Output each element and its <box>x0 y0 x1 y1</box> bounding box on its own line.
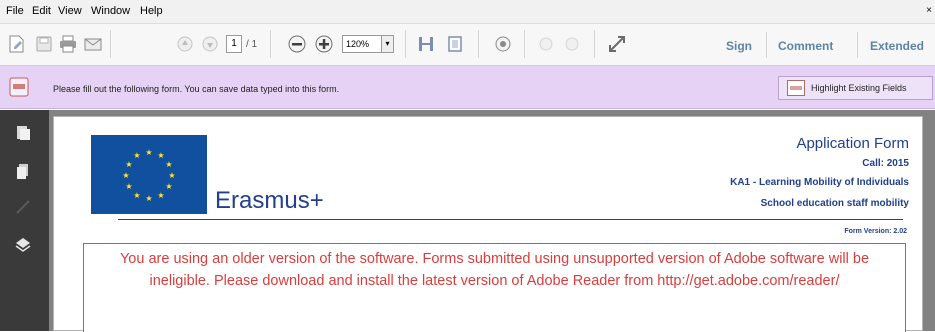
signatures-icon <box>14 198 32 216</box>
toolbar-separator <box>857 32 858 58</box>
svg-text:★: ★ <box>157 191 164 200</box>
toolbar-separator <box>594 30 595 58</box>
create-pdf-icon[interactable] <box>4 32 28 56</box>
menu-edit[interactable]: Edit <box>32 5 51 17</box>
zoom-level-input[interactable]: 120% <box>342 35 382 53</box>
svg-text:★: ★ <box>165 160 172 169</box>
toolbar: 1 / 1 120% ▾ Sign Comment Extended <box>0 24 935 66</box>
svg-text:★: ★ <box>133 151 140 160</box>
fit-page-icon[interactable] <box>443 32 467 56</box>
pages-icon[interactable] <box>14 124 32 142</box>
highlight-icon <box>787 80 805 96</box>
email-icon[interactable] <box>81 32 105 56</box>
print-icon[interactable] <box>56 32 80 56</box>
warning-text: You are using an older version of the so… <box>119 251 870 289</box>
zoom-in-icon[interactable] <box>312 32 336 56</box>
save-icon[interactable] <box>32 32 56 56</box>
attachments-icon[interactable] <box>14 162 32 180</box>
fit-width-icon[interactable] <box>414 32 438 56</box>
svg-text:★: ★ <box>125 182 132 191</box>
toolbar-separator <box>270 30 271 58</box>
menu-help[interactable]: Help <box>140 5 163 17</box>
form-title: Application Form <box>796 135 909 152</box>
svg-text:★: ★ <box>145 194 152 203</box>
svg-text:★: ★ <box>133 191 140 200</box>
close-icon[interactable]: × <box>926 5 932 16</box>
svg-text:★: ★ <box>165 182 172 191</box>
toolbar-separator <box>766 32 767 58</box>
zoom-dropdown-button[interactable]: ▾ <box>381 35 394 53</box>
call-year: Call: 2015 <box>862 158 909 169</box>
svg-text:★: ★ <box>157 151 164 160</box>
extended-button[interactable]: Extended <box>870 39 924 53</box>
field-name: School education staff mobility <box>760 198 909 209</box>
document-canvas: ★ ★ ★ ★ ★ ★ ★ ★ ★ ★ ★ ★ Erasmus+ Applica… <box>49 110 935 332</box>
toolbar-separator <box>110 30 111 58</box>
svg-text:★: ★ <box>168 171 175 180</box>
svg-text:★: ★ <box>122 171 129 180</box>
navigation-panel <box>0 110 49 331</box>
toolbar-separator <box>478 30 479 58</box>
comment-button[interactable]: Comment <box>778 39 833 53</box>
sign-button[interactable]: Sign <box>726 39 752 53</box>
pdf-page: ★ ★ ★ ★ ★ ★ ★ ★ ★ ★ ★ ★ Erasmus+ Applica… <box>53 116 923 332</box>
layers-icon[interactable] <box>14 236 32 254</box>
erasmus-label: Erasmus+ <box>215 187 324 214</box>
menu-file[interactable]: File <box>6 5 24 17</box>
prev-page-icon[interactable] <box>173 32 197 56</box>
zoom-out-icon[interactable] <box>285 32 309 56</box>
form-message: Please fill out the following form. You … <box>53 84 340 94</box>
page-total: / 1 <box>246 39 258 50</box>
disabled-tool-icon <box>534 32 558 56</box>
form-icon <box>8 76 30 98</box>
menu-window[interactable]: Window <box>91 5 130 17</box>
svg-text:★: ★ <box>125 160 132 169</box>
header-divider <box>118 219 903 220</box>
toolbar-separator <box>405 30 406 58</box>
toolbar-separator <box>524 30 525 58</box>
next-page-icon[interactable] <box>198 32 222 56</box>
menu-view[interactable]: View <box>58 5 82 17</box>
form-notification-bar: Please fill out the following form. You … <box>0 66 935 109</box>
disabled-tool-icon <box>560 32 584 56</box>
comment-bubble-icon[interactable] <box>491 32 515 56</box>
warning-box: You are using an older version of the so… <box>83 243 906 332</box>
highlight-fields-label: Highlight Existing Fields <box>811 83 907 93</box>
page-number-input[interactable]: 1 <box>226 35 242 53</box>
highlight-fields-button[interactable]: Highlight Existing Fields <box>778 76 933 100</box>
menu-bar: File Edit View Window Help × <box>0 0 935 24</box>
form-version: Form Version: 2.02 <box>844 228 907 235</box>
svg-text:★: ★ <box>145 148 152 157</box>
key-action: KA1 - Learning Mobility of Individuals <box>730 177 909 188</box>
read-mode-icon[interactable] <box>605 32 629 56</box>
eu-flag-logo: ★ ★ ★ ★ ★ ★ ★ ★ ★ ★ ★ ★ <box>91 135 207 214</box>
